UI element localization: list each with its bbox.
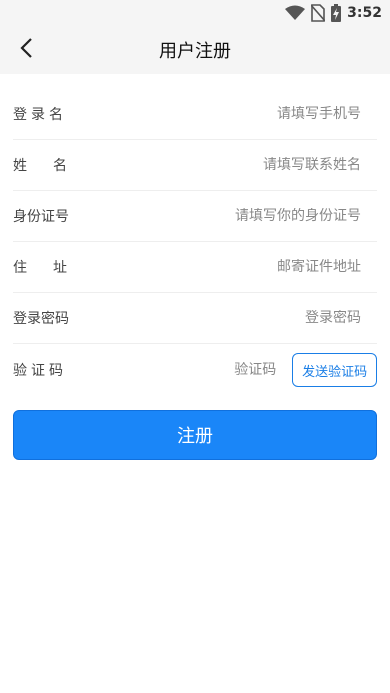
name-label: 姓名 — [13, 158, 93, 174]
username-label: 登录名 — [13, 106, 67, 123]
address-row: 住址 — [13, 242, 377, 293]
address-label: 住址 — [13, 260, 93, 276]
back-button[interactable] — [10, 34, 42, 66]
no-sim-icon — [311, 4, 326, 22]
verification-row: 验证码 发送验证码 — [13, 344, 377, 396]
address-input[interactable] — [123, 259, 377, 275]
register-button[interactable]: 注册 — [13, 410, 377, 460]
id-number-row: 身份证号 — [13, 191, 377, 242]
password-label: 登录密码 — [13, 311, 69, 327]
password-input[interactable] — [123, 310, 377, 326]
registration-form: 登录名 姓名 身份证号 住址 登录密码 验证码 发送验证码 — [0, 74, 390, 396]
id-number-input[interactable] — [123, 208, 377, 224]
battery-charging-icon — [331, 4, 342, 22]
status-time: 3:52 — [347, 5, 382, 21]
wifi-icon — [285, 5, 306, 21]
status-bar: 3:52 — [0, 0, 390, 26]
app-bar: 用户注册 — [0, 26, 390, 74]
page-title: 用户注册 — [159, 41, 231, 62]
username-input[interactable] — [123, 105, 377, 122]
password-row: 登录密码 — [13, 293, 377, 344]
username-row: 登录名 — [13, 74, 377, 140]
verification-input[interactable] — [102, 362, 293, 378]
name-row: 姓名 — [13, 140, 377, 191]
chevron-left-icon — [19, 37, 33, 63]
name-input[interactable] — [123, 157, 377, 173]
send-code-button[interactable]: 发送验证码 — [292, 353, 377, 387]
verification-label: 验证码 — [13, 363, 67, 379]
id-number-label: 身份证号 — [13, 209, 69, 225]
